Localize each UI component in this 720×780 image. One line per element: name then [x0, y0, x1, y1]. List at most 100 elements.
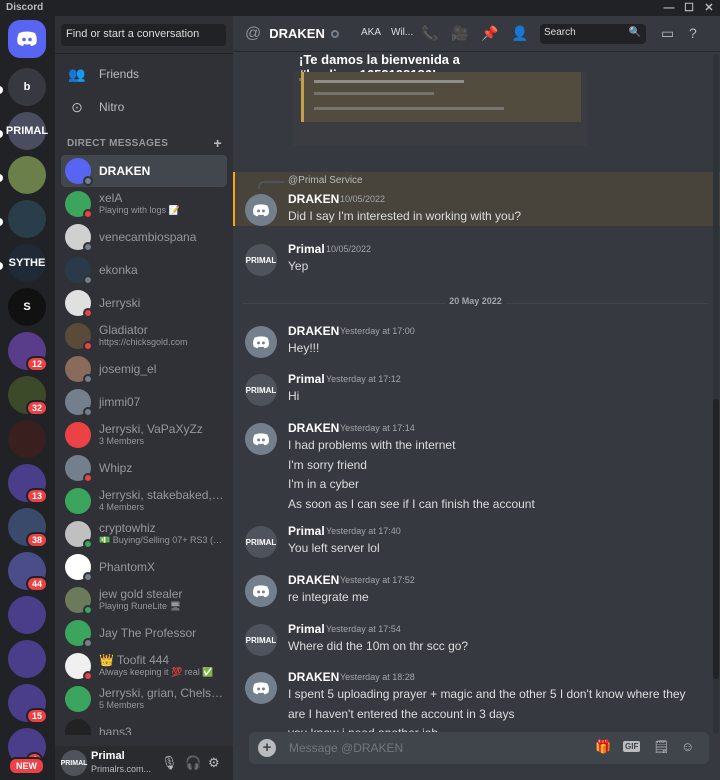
emoji-icon[interactable]: ☺ [681, 739, 694, 754]
author-avatar[interactable]: PRIMAL [245, 526, 277, 558]
nitro-nav-item[interactable]: ⊙ Nitro [61, 92, 227, 122]
mention-badge: 12 [26, 356, 49, 372]
server-icon[interactable] [8, 156, 46, 194]
author-avatar[interactable] [245, 672, 277, 704]
search-input[interactable]: Search 🔍 [540, 24, 646, 44]
status-indicator [83, 209, 93, 219]
author-avatar[interactable] [245, 194, 277, 226]
sticker-icon[interactable]: 🗒 [653, 739, 670, 755]
dm-list: DRAKEN xelA Playing with logs 📝 venecambios… [61, 155, 227, 735]
dm-list-item[interactable]: Jerryski, stakebaked, Y... 4 Members [61, 485, 227, 517]
server-icon[interactable] [8, 200, 46, 238]
server-icon[interactable]: S [8, 288, 46, 326]
author-name[interactable]: Primal [288, 242, 325, 256]
avatar [65, 587, 93, 615]
status-indicator [83, 407, 93, 417]
dm-name: Jerryski, stakebaked, Y... [99, 489, 224, 502]
status-indicator [83, 671, 93, 681]
friends-nav-item[interactable]: 👥 Friends [61, 59, 227, 89]
message-text: Yep [288, 259, 309, 273]
dm-list-item[interactable]: PhantomX [61, 551, 227, 583]
author-name[interactable]: DRAKEN [288, 324, 339, 338]
aka-names[interactable]: Wil... [391, 27, 413, 38]
server-icon[interactable] [8, 640, 46, 678]
dm-list-item[interactable]: jimmi07 [61, 386, 227, 418]
author-avatar[interactable]: PRIMAL [245, 624, 277, 656]
voice-call-icon[interactable]: 📞 [421, 25, 438, 42]
dm-list-item[interactable]: Jerryski, grian, Chelse... 5 Members [61, 683, 227, 715]
video-call-icon[interactable]: 🎥 [451, 25, 468, 42]
gif-button[interactable]: GIF [623, 741, 641, 752]
dm-list-item[interactable]: Jerryski, VaPaXyZz 3 Members [61, 419, 227, 451]
message-text: Did I say I'm interested in working with… [288, 209, 522, 223]
settings-gear-icon[interactable]: ⚙ [208, 755, 220, 771]
server-icon[interactable] [8, 596, 46, 634]
add-friends-to-dm-icon[interactable]: 👤 [511, 25, 528, 42]
headphones-icon[interactable]: 🎧 [185, 755, 201, 771]
message-timestamp: Yesterday at 17:52 [340, 575, 415, 585]
server-icon[interactable]: b [8, 68, 46, 106]
author-avatar[interactable] [245, 326, 277, 358]
dm-list-item[interactable]: Whipz [61, 452, 227, 484]
author-name[interactable]: DRAKEN [288, 192, 339, 206]
close-button[interactable]: ✕ [702, 1, 716, 15]
author-avatar[interactable]: PRIMAL [245, 244, 277, 276]
dm-subtitle: 5 Members [99, 700, 145, 710]
message-input[interactable]: Message @DRAKEN [289, 741, 403, 755]
avatar [65, 389, 93, 417]
author-avatar[interactable]: PRIMAL [245, 374, 277, 406]
dm-name: hans3 [99, 725, 132, 736]
create-dm-icon[interactable]: + [214, 135, 222, 151]
find-conversation-input[interactable]: Find or start a conversation [61, 24, 226, 46]
message-timestamp: Yesterday at 17:40 [326, 526, 401, 536]
dm-list-item[interactable]: hans3 [61, 716, 227, 735]
home-button[interactable] [8, 20, 46, 58]
scrollbar-thumb[interactable] [713, 399, 719, 679]
minimize-button[interactable]: — [662, 1, 676, 15]
maximize-button[interactable]: ☐ [682, 1, 696, 15]
dm-list-item[interactable]: xelA Playing with logs 📝 [61, 188, 227, 220]
dm-list-item[interactable]: cryptowhiz 💵 Buying/Selling 07+ RS3 ( a..… [61, 518, 227, 550]
reply-reference[interactable]: @Primal Service [258, 175, 363, 189]
server-icon[interactable]: SYTHE [8, 244, 46, 282]
pinned-messages-icon[interactable]: 📌 [481, 25, 498, 42]
dm-list-item[interactable]: Jay The Professor [61, 617, 227, 649]
blurred-text [314, 107, 504, 110]
new-badge[interactable]: NEW [8, 757, 45, 775]
author-name[interactable]: DRAKEN [288, 421, 339, 435]
author-avatar[interactable] [245, 423, 277, 455]
friends-icon: 👥 [68, 65, 86, 82]
user-avatar[interactable]: PRIMAL [61, 750, 87, 776]
upload-plus-icon[interactable]: + [258, 739, 276, 757]
gift-icon[interactable]: 🎁 [595, 739, 611, 755]
unread-indicator [0, 130, 3, 138]
message-composer[interactable]: + Message @DRAKEN 🎁 GIF 🗒 ☺ [249, 732, 709, 764]
status-indicator [83, 341, 93, 351]
server-icon[interactable]: PRIMAL [6, 112, 48, 150]
server-icon[interactable] [8, 420, 46, 458]
author-name[interactable]: Primal [288, 524, 325, 538]
dm-list-item[interactable]: ekonka [61, 254, 227, 286]
dm-list-item[interactable]: 👑 Toofit 444 Always keeping it 💯 real ✅ [61, 650, 227, 682]
help-icon[interactable]: ? [689, 25, 697, 41]
avatar [65, 554, 93, 582]
dm-list-item[interactable]: venecambiospana [61, 221, 227, 253]
author-name[interactable]: Primal [288, 372, 325, 386]
dm-list-item[interactable]: jew gold stealer Playing RuneLite 🖥 [61, 584, 227, 616]
author-name[interactable]: DRAKEN [288, 670, 339, 684]
avatar [65, 719, 91, 735]
author-name[interactable]: DRAKEN [288, 573, 339, 587]
author-name[interactable]: Primal [288, 622, 325, 636]
scrollbar[interactable] [713, 54, 719, 734]
mention-badge: 44 [26, 576, 49, 592]
dm-name: Whipz [99, 461, 133, 475]
dm-list-item[interactable]: Jerryski [61, 287, 227, 319]
dm-list-item[interactable]: Gladiator https://chicksgold.com [61, 320, 227, 352]
microphone-icon[interactable]: 🎙 [161, 755, 178, 771]
mention-badge: 15 [26, 708, 49, 724]
dm-subtitle: Playing RuneLite 🖥 [99, 601, 181, 611]
inbox-icon[interactable]: ▭ [661, 25, 674, 42]
dm-list-item[interactable]: DRAKEN [61, 155, 227, 187]
dm-list-item[interactable]: josemig_el [61, 353, 227, 385]
author-avatar[interactable] [245, 575, 277, 607]
